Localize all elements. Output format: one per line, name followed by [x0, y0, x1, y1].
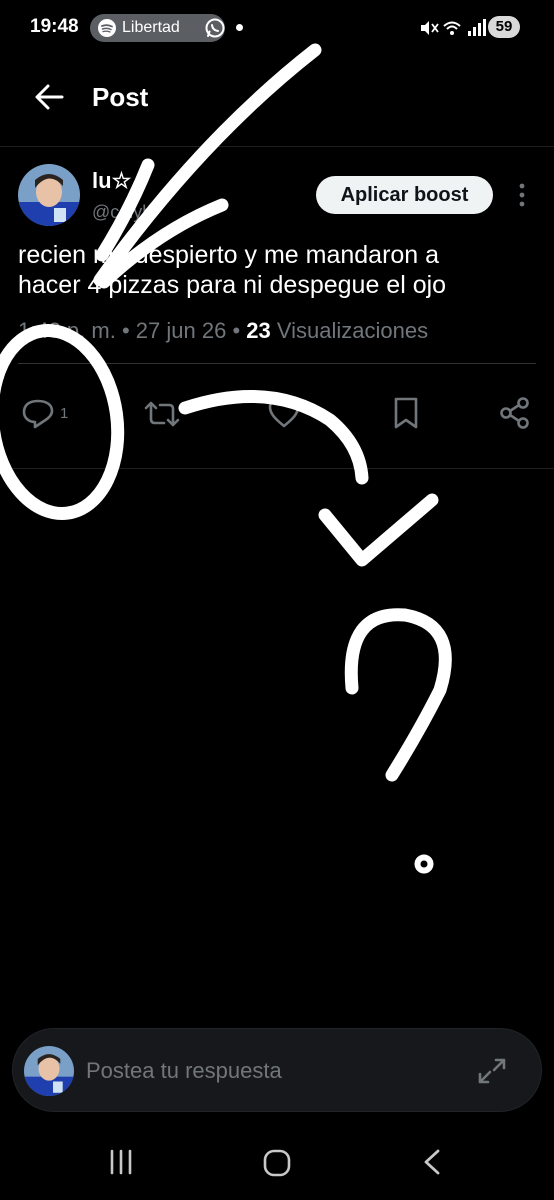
views-count: 23 — [246, 318, 271, 343]
expand-icon[interactable] — [476, 1056, 508, 1086]
wifi-icon — [443, 21, 461, 35]
reply-icon — [22, 399, 54, 429]
page-title: Post — [92, 82, 149, 112]
battery-indicator: 59 — [488, 16, 520, 38]
meta-separator: • — [232, 318, 247, 343]
question-dot — [414, 854, 434, 874]
reply-button[interactable]: 1 — [20, 396, 80, 430]
post-date: 27 jun 26 — [135, 318, 227, 343]
recent-apps-icon[interactable] — [106, 1148, 136, 1176]
question-mark — [344, 608, 452, 782]
like-heart-icon[interactable] — [266, 396, 302, 430]
check-mark-small — [318, 493, 439, 567]
repost-icon[interactable] — [142, 398, 182, 430]
bookmark-icon[interactable] — [390, 396, 422, 430]
signal-icon — [468, 19, 486, 36]
meta-separator: • — [121, 318, 136, 343]
spotify-label: Libertad — [122, 19, 180, 36]
reply-input[interactable]: Postea tu respuesta — [86, 1058, 282, 1084]
spotify-icon — [98, 19, 116, 37]
post-text: recien me despierto y me mandaron a hace… — [18, 241, 447, 299]
action-divider — [0, 468, 554, 469]
mute-icon — [421, 21, 439, 35]
author-star: ☆ — [111, 168, 132, 193]
back-arrow-icon[interactable] — [30, 80, 70, 114]
more-options-icon[interactable] — [516, 182, 528, 208]
reply-count: 1 — [60, 404, 69, 422]
share-icon[interactable] — [498, 396, 532, 430]
post-time: 1:48 p. m. — [18, 318, 116, 343]
whatsapp-icon — [205, 18, 225, 38]
nav-back-icon[interactable] — [420, 1148, 444, 1176]
boost-button[interactable]: Aplicar boost — [316, 176, 493, 214]
author-avatar[interactable] — [18, 164, 80, 226]
author-name[interactable]: lu☆ — [92, 168, 131, 194]
meta-divider — [18, 363, 536, 364]
status-time: 19:48 — [30, 16, 79, 37]
header-divider — [0, 146, 554, 147]
system-status-icons — [421, 19, 486, 36]
views-label[interactable]: Visualizaciones — [277, 318, 428, 343]
post-meta: 1:48 p. m. • 27 jun 26 • 23 Visualizacio… — [18, 318, 428, 344]
home-icon[interactable] — [262, 1148, 292, 1178]
author-name-text: lu — [92, 168, 112, 193]
author-handle[interactable]: @cgiyb — [92, 202, 152, 223]
reply-avatar — [24, 1046, 74, 1096]
notification-dot-icon — [236, 24, 243, 31]
